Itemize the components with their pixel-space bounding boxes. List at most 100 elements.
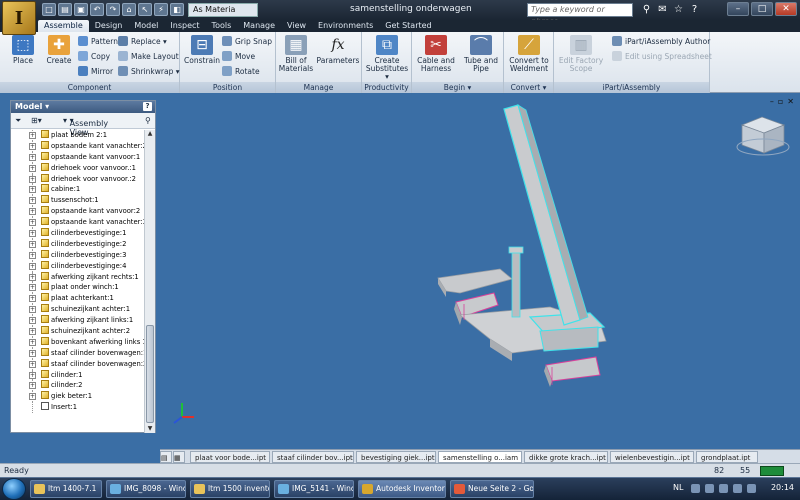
constrain-button[interactable]: ⊟ Constrain: [182, 35, 222, 65]
taskbar-item-6[interactable]: Neue Seite 2 - Goo...: [450, 480, 534, 498]
convert-group-title[interactable]: Convert ▾: [504, 82, 553, 93]
tree-node[interactable]: + opstaande kant vanvoor:2: [11, 206, 145, 218]
minimize-button[interactable]: –: [727, 2, 749, 16]
viewport-close-icon[interactable]: ✕: [787, 97, 794, 106]
open-icon[interactable]: ▤: [58, 3, 72, 16]
expand-icon[interactable]: +: [29, 132, 36, 139]
edit-using-spreadsheet-button[interactable]: Edit using Spreadsheet: [612, 51, 712, 63]
home-icon[interactable]: ⌂: [122, 3, 136, 16]
subscription-icon[interactable]: ✉: [656, 3, 669, 16]
search-input[interactable]: Type a keyword or phrase: [527, 3, 633, 26]
expand-icon[interactable]: +: [29, 219, 36, 227]
tree-node[interactable]: + cilinderbevestiginge:1: [11, 228, 145, 239]
taskbar-item-5[interactable]: Autodesk Inventor ...: [358, 480, 446, 498]
tree-node[interactable]: + schuinezijkant achter:1: [11, 304, 145, 316]
tree-node[interactable]: Insert:1: [11, 402, 145, 414]
find-icon[interactable]: ⚲: [145, 116, 151, 125]
tray-app-icon[interactable]: [733, 484, 742, 493]
help-icon[interactable]: ?: [688, 3, 701, 16]
communication-icon[interactable]: ☆: [672, 3, 685, 16]
expand-icon[interactable]: +: [29, 175, 36, 183]
expand-icon[interactable]: +: [29, 251, 36, 259]
tree-options-icon[interactable]: ⊞▾: [31, 116, 42, 125]
expand-icon[interactable]: +: [29, 186, 36, 194]
rotate-button[interactable]: Rotate: [222, 66, 260, 78]
expand-icon[interactable]: +: [29, 360, 36, 368]
expand-icon[interactable]: +: [29, 273, 36, 281]
select-icon[interactable]: ↖: [138, 3, 152, 16]
doc-tab-1[interactable]: plaat voor bode...ipt: [190, 451, 270, 463]
move-button[interactable]: Move: [222, 51, 255, 63]
tree-node[interactable]: + plaat bodem 2:1: [11, 130, 145, 141]
tree-node[interactable]: + opstaande kant vanachter:3: [11, 217, 145, 229]
tube-and-pipe-button[interactable]: ⌒ Tube and Pipe: [460, 35, 502, 73]
expand-icon[interactable]: +: [29, 306, 36, 314]
place-button[interactable]: ⬚ Place: [8, 35, 38, 65]
expand-icon[interactable]: +: [29, 262, 36, 270]
expand-icon[interactable]: +: [29, 153, 36, 161]
expand-icon[interactable]: +: [29, 349, 36, 357]
tree-node[interactable]: + plaat onder winch:1: [11, 282, 145, 294]
tree-node[interactable]: + staaf cilinder bovenwagen:1: [11, 347, 145, 359]
shrinkwrap-button[interactable]: Shrinkwrap ▾: [118, 66, 180, 78]
tree-node[interactable]: + afwerking zijkant links:1: [11, 315, 145, 327]
tree-node[interactable]: + cabine:1: [11, 184, 145, 196]
expand-icon[interactable]: +: [29, 142, 36, 150]
expand-icon[interactable]: +: [29, 230, 36, 238]
tab-environments[interactable]: Environments: [312, 20, 379, 32]
tree-node[interactable]: + opstaande kant vanachter:2: [11, 140, 145, 152]
tile-icon[interactable]: ▤: [160, 451, 172, 463]
doc-tab-7[interactable]: grondplaat.ipt: [696, 451, 758, 463]
tab-view[interactable]: View: [281, 20, 312, 32]
edit-factory-scope-button[interactable]: ▥ Edit Factory Scope: [558, 35, 604, 73]
cable-and-harness-button[interactable]: ✂ Cable and Harness: [415, 35, 457, 73]
tree-node[interactable]: + driehoek voor vanvoor.:2: [11, 173, 145, 185]
viewport-restore-icon[interactable]: ▫: [778, 97, 783, 106]
color-icon[interactable]: ◧: [170, 3, 184, 16]
undo-icon[interactable]: ↶: [90, 3, 104, 16]
cascade-icon[interactable]: ▦: [173, 451, 185, 463]
expand-icon[interactable]: +: [29, 371, 36, 379]
viewport-minimize-icon[interactable]: –: [770, 97, 774, 106]
clock[interactable]: 20:14: [771, 483, 794, 492]
mirror-button[interactable]: Mirror: [78, 66, 113, 78]
network-icon[interactable]: [705, 484, 714, 493]
create-substitutes-button[interactable]: ⧉ Create Substitutes ▾: [365, 35, 409, 81]
tree-node[interactable]: + driehoek voor vanvoor.:1: [11, 162, 145, 174]
assembly-model[interactable]: [160, 95, 800, 447]
browser-header[interactable]: Model ▾ ?: [11, 101, 155, 113]
copy-button[interactable]: Copy: [78, 51, 110, 63]
expand-icon[interactable]: +: [29, 197, 36, 205]
expand-icon[interactable]: +: [29, 208, 36, 216]
doc-tab-2[interactable]: staaf cilinder bov...ipt: [272, 451, 354, 463]
doc-tab-5[interactable]: dikke grote krach...ipt: [524, 451, 608, 463]
binoculars-icon[interactable]: ⚲: [640, 3, 653, 16]
expand-icon[interactable]: +: [29, 317, 36, 325]
scroll-down-icon[interactable]: ▼: [146, 425, 154, 433]
tab-inspect[interactable]: Inspect: [164, 20, 205, 32]
parameters-button[interactable]: fx Parameters: [316, 35, 360, 65]
tree-node[interactable]: + opstaande kant vanvoor:1: [11, 151, 145, 163]
save-icon[interactable]: ▣: [74, 3, 88, 16]
doc-tab-4[interactable]: samenstelling o...iam: [438, 451, 522, 463]
create-button[interactable]: ✚ Create: [42, 35, 76, 65]
expand-icon[interactable]: +: [29, 338, 36, 346]
tree-node[interactable]: + cilinder:1: [11, 369, 145, 381]
tree-node[interactable]: + cilinderbevestiginge:2: [11, 238, 145, 250]
ipart-author-button[interactable]: iPart/iAssembly Author: [612, 36, 710, 48]
tree-node[interactable]: + giek beter:1: [11, 391, 145, 403]
taskbar-item-2[interactable]: IMG_8098 - Windo...: [106, 480, 186, 498]
tree-node[interactable]: + cilinderbevestiginge:3: [11, 249, 145, 261]
tab-manage[interactable]: Manage: [237, 20, 281, 32]
maximize-button[interactable]: □: [751, 2, 773, 16]
browser-scrollbar[interactable]: ▲ ▼: [144, 130, 155, 433]
scroll-up-icon[interactable]: ▲: [146, 130, 154, 138]
taskbar-item-4[interactable]: IMG_5141 - Windo...: [274, 480, 354, 498]
viewcube-icon[interactable]: [736, 116, 790, 156]
graphics-viewport[interactable]: – ▫ ✕: [160, 95, 800, 447]
language-indicator[interactable]: NL: [673, 483, 683, 492]
tree-node[interactable]: + cilinder:2: [11, 380, 145, 392]
assembly-view-dropdown[interactable]: ▾ Assembly View ▾: [63, 116, 108, 137]
scroll-thumb[interactable]: [146, 325, 154, 423]
material-dropdown[interactable]: As Materia: [188, 3, 258, 17]
